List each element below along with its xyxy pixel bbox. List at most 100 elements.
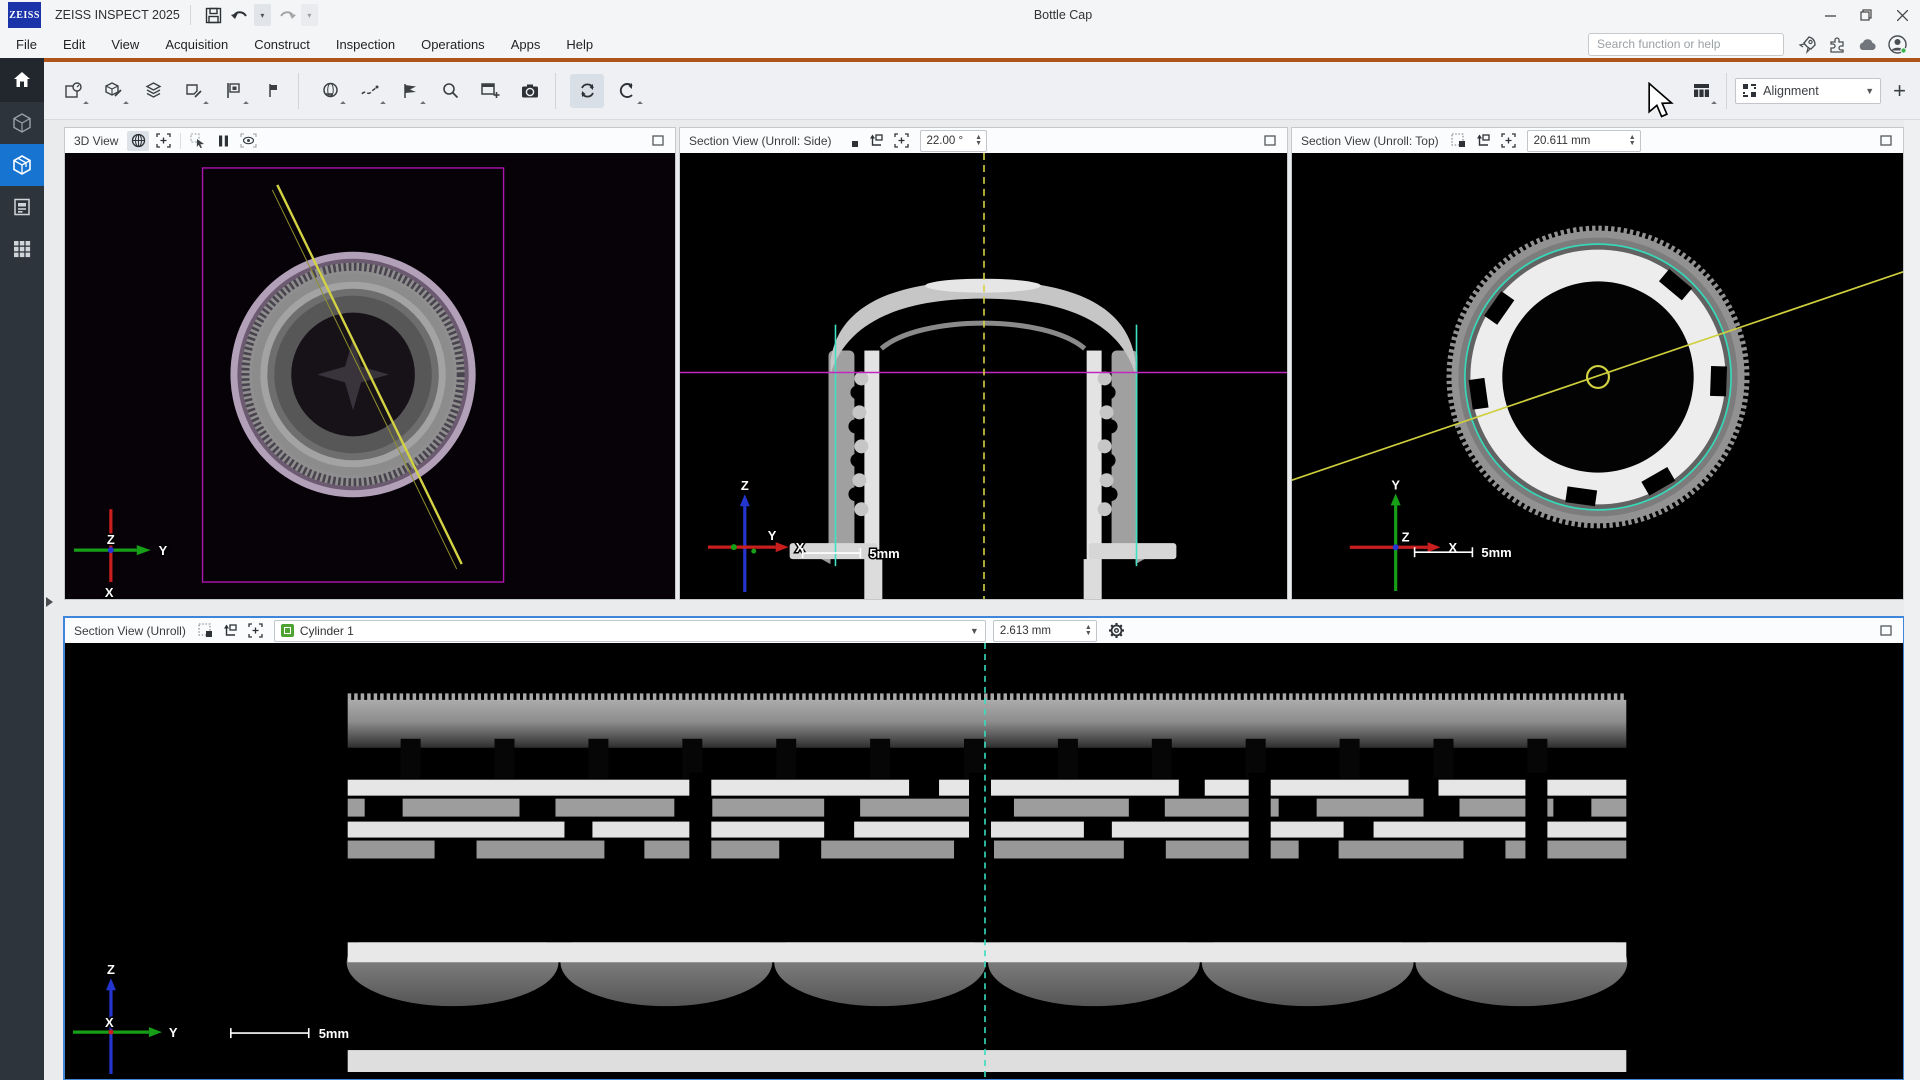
select-tool-button[interactable] [187,131,209,151]
refresh-button[interactable] [570,74,604,108]
depth-value: 2.613 mm [1000,625,1051,637]
maximize-view-button[interactable] [1259,131,1281,151]
canvas-3d-view[interactable]: Z Y X [65,153,675,599]
menu-file[interactable]: File [0,37,50,52]
save-button[interactable] [201,3,227,27]
user-avatar-icon [1887,34,1908,55]
add-snapshot-button[interactable] [473,74,507,108]
cloud-button[interactable] [1852,31,1882,57]
reset-view-icon [618,81,637,100]
zoom-fit-button[interactable] [152,131,174,151]
menu-inspection[interactable]: Inspection [323,37,408,52]
grid-sphere-toggle[interactable] [127,131,149,151]
minimize-button[interactable] [1812,0,1848,30]
menu-construct[interactable]: Construct [241,37,323,52]
unroll-icon [223,623,238,638]
redo-dropdown[interactable]: ▾ [301,4,318,26]
alignment-dropdown[interactable]: Alignment ▼ [1735,78,1881,104]
polyline-icon [360,82,380,100]
zoom-fit-button[interactable] [891,131,913,151]
save-icon [205,7,222,24]
unroll-toggle-button[interactable] [220,621,242,641]
menu-operations[interactable]: Operations [408,37,498,52]
canvas-section-unroll[interactable]: Z Y X 5mm [65,643,1903,1079]
element-dropdown[interactable]: Cylinder 1 ▼ [274,620,986,642]
close-button[interactable] [1884,0,1920,30]
screenshot-button[interactable] [513,74,547,108]
account-button[interactable] [1882,31,1912,57]
edit-mesh-button[interactable] [96,74,130,108]
chevron-down-icon: ▼ [1865,86,1874,96]
small-flag-button[interactable] [256,74,290,108]
layers-button[interactable] [136,74,170,108]
menu-acquisition[interactable]: Acquisition [152,37,241,52]
zoom-search-button[interactable] [433,74,467,108]
pixel-region-button[interactable] [195,621,217,641]
workspace-layout-button[interactable] [1684,74,1718,108]
menu-edit[interactable]: Edit [50,37,98,52]
fit-view-icon [248,623,263,638]
redo-button[interactable] [274,3,300,27]
report-icon [12,197,32,217]
magnifier-icon [441,81,460,100]
maximize-icon [652,135,664,146]
maximize-view-button[interactable] [1875,621,1897,641]
compare-split-button[interactable] [212,131,234,151]
measurement-series-button[interactable] [56,74,90,108]
chevron-down-icon: ▼ [970,626,979,636]
zoom-fit-button[interactable] [1498,131,1520,151]
panel-title: Section View (Unroll: Side) [689,134,832,148]
height-position-spinner[interactable]: 20.611 mm ▲▼ [1527,130,1641,152]
axis-label-z: Z [107,532,115,547]
search-input[interactable] [1588,33,1784,56]
maximize-view-button[interactable] [1875,131,1897,151]
reset-view-button[interactable] [610,74,644,108]
canvas-section-side[interactable]: Z Y X 5mm [680,153,1287,599]
maximize-view-button[interactable] [647,131,669,151]
left-sidebar [0,58,44,1080]
clip-region-button[interactable] [176,74,210,108]
undo-dropdown[interactable]: ▾ [254,4,271,26]
sidebar-item-data[interactable] [0,102,44,144]
restore-button[interactable] [1848,0,1884,30]
menu-view[interactable]: View [98,37,152,52]
view-sphere-button[interactable] [313,74,347,108]
sidebar-item-report[interactable] [0,186,44,228]
visibility-button[interactable] [237,131,259,151]
axis-label-z: Z [741,478,749,493]
label-flag-button[interactable] [393,74,427,108]
pixel-region-button[interactable] [841,131,863,151]
canvas-section-top[interactable]: Y Z X 5mm [1292,153,1903,599]
unroll-toggle-button[interactable] [866,131,888,151]
add-view-button[interactable]: + [1893,81,1906,101]
whats-new-button[interactable] [1792,31,1822,57]
spinner-down[interactable]: ▼ [975,141,982,147]
ct-top-slice [1446,226,1749,529]
axis-label-x: X [105,585,114,599]
spinner-down[interactable]: ▼ [1085,631,1092,637]
section-polyline-button[interactable] [353,74,387,108]
sidebar-item-inspection[interactable] [0,144,44,186]
unroll-icon [869,133,884,148]
unroll-toggle-button[interactable] [1473,131,1495,151]
image-marker-button[interactable] [216,74,250,108]
spinner-down[interactable]: ▼ [1629,141,1636,147]
settings-button[interactable] [1106,621,1128,641]
panel-section-top-header: Section View (Unroll: Top) [1292,128,1903,154]
addons-button[interactable] [1822,31,1852,57]
flag-pin-icon [265,82,281,99]
fit-view-icon [894,133,909,148]
hexagon-wireframe-icon [11,112,33,134]
menu-apps[interactable]: Apps [498,37,554,52]
menu-help[interactable]: Help [553,37,606,52]
sidebar-item-home[interactable] [0,58,44,102]
pixel-region-button[interactable] [1448,131,1470,151]
rotation-angle-spinner[interactable]: 22.00 ° ▲▼ [920,130,988,152]
undo-button[interactable] [227,3,253,27]
zoom-fit-button[interactable] [245,621,267,641]
splitter-collapse-arrow[interactable] [46,597,53,607]
selection-cursor-icon [190,133,206,148]
sidebar-item-apps[interactable] [0,228,44,270]
depth-spinner[interactable]: 2.613 mm ▲▼ [993,620,1097,642]
toolbar-separator [298,73,299,109]
